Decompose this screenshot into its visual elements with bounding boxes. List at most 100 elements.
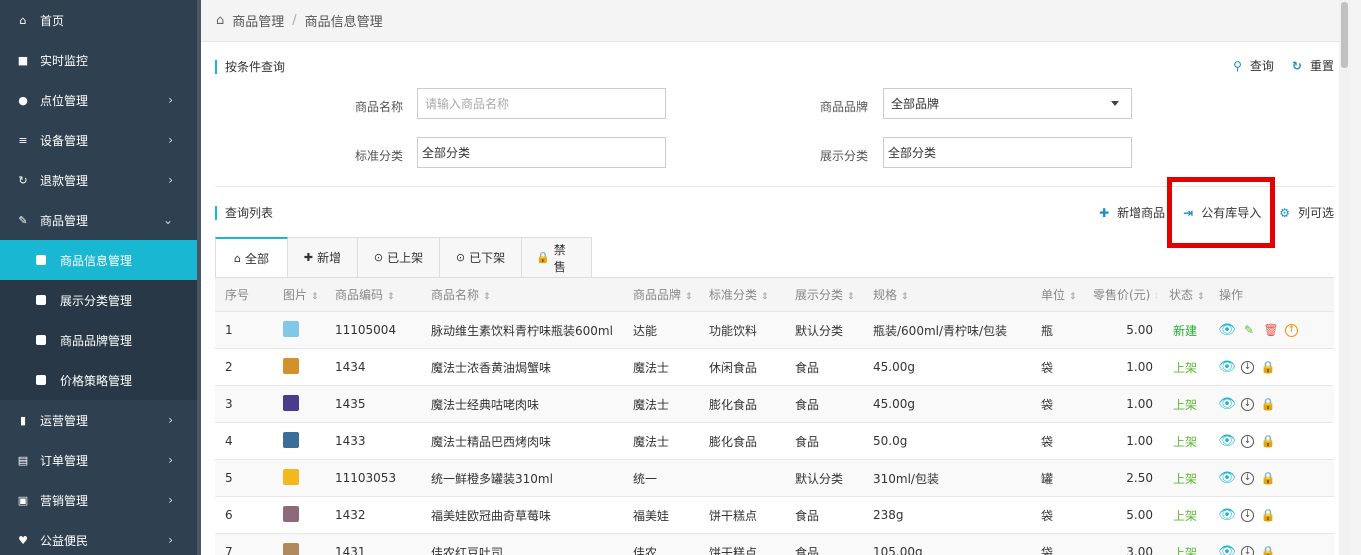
table-row[interactable]: 5 11103053 统一鲜橙多罐装310ml 统一 默认分类 310ml/包装 罐 2.50… bbox=[215, 460, 1334, 497]
tab[interactable]: ⊙ 已上架 bbox=[358, 237, 440, 278]
view-eye-icon[interactable]: 👁 bbox=[1218, 433, 1236, 449]
product-thumbnail[interactable] bbox=[283, 320, 299, 337]
tab[interactable]: 🔒 禁售 bbox=[522, 237, 592, 278]
unshelve-down-icon[interactable]: ↓ bbox=[1241, 508, 1254, 522]
col-header-unit[interactable]: 单位 ⇕ bbox=[1031, 286, 1083, 303]
lock-icon[interactable]: 🔒 bbox=[1260, 470, 1276, 486]
col-header-price[interactable]: 零售价(元)⇕ bbox=[1083, 286, 1157, 303]
sidebar-item-label: 退款管理 bbox=[40, 173, 89, 188]
table-row[interactable]: 6 1432 福美娃欧冠曲奇草莓味 福美娃 饼干糕点 食品 238g 袋 5.00 上架 👁 ↓ 🔒 bbox=[215, 497, 1334, 534]
lock-icon[interactable]: 🔒 bbox=[1260, 507, 1276, 523]
col-header-standard-category[interactable]: 标准分类 ⇕ bbox=[699, 286, 785, 303]
scrollbar-thumb[interactable] bbox=[1341, 2, 1348, 68]
delete-trash-icon[interactable]: 🗑 bbox=[1263, 322, 1279, 338]
sidebar-subitem[interactable]: 商品品牌管理 bbox=[0, 320, 197, 360]
product-thumbnail[interactable] bbox=[283, 394, 299, 411]
chevron-right-icon: › bbox=[168, 93, 173, 107]
sidebar-item[interactable]: ● 点位管理 › bbox=[0, 80, 197, 120]
lock-icon[interactable]: 🔒 bbox=[1260, 433, 1276, 449]
unshelve-down-icon[interactable]: ↓ bbox=[1241, 471, 1254, 485]
vertical-scrollbar[interactable] bbox=[1339, 0, 1350, 555]
gift-icon: ▣ bbox=[17, 493, 29, 507]
home-icon[interactable]: ⌂ bbox=[216, 13, 224, 28]
col-header-display-category[interactable]: 展示分类 ⇕ bbox=[785, 286, 863, 303]
chevron-right-icon: › bbox=[168, 533, 173, 547]
tab[interactable]: ⌂ 全部 bbox=[215, 237, 288, 278]
column-chooser-button[interactable]: ⚙ 列可选 bbox=[1279, 204, 1334, 221]
product-name-label: 商品名称 bbox=[354, 100, 403, 114]
table-row[interactable]: 7 1431 佳农红豆吐司 佳农 饼干糕点 食品 105.00g 袋 3.00 上架 👁 ↓ 🔒 bbox=[215, 534, 1334, 555]
unshelve-down-icon[interactable]: ↓ bbox=[1241, 545, 1254, 555]
row-operations: 👁 ↓ 🔒 bbox=[1207, 470, 1307, 486]
sidebar-item[interactable]: ▮ 运营管理 › bbox=[0, 400, 197, 440]
table-row[interactable]: 2 1434 魔法士浓香黄油焗蟹味 魔法士 休闲食品 食品 45.00g 袋 1.00 上架 👁 ↓ 🔒 bbox=[215, 349, 1334, 386]
tab[interactable]: ✚ 新增 bbox=[288, 237, 358, 278]
col-header-brand[interactable]: 商品品牌 ⇕ bbox=[623, 286, 699, 303]
lock-icon[interactable]: 🔒 bbox=[1260, 544, 1276, 555]
shelve-up-icon[interactable]: ↑ bbox=[1285, 323, 1298, 337]
col-header-spec[interactable]: 规格 ⇕ bbox=[863, 286, 1031, 303]
table-row[interactable]: 1 11105004 脉动维生素饮料青柠味瓶装600ml 达能 功能饮料 默认分类 瓶装/6… bbox=[215, 312, 1334, 349]
lock-icon[interactable]: 🔒 bbox=[1260, 359, 1276, 375]
tab[interactable]: ⊙ 已下架 bbox=[440, 237, 522, 278]
view-eye-icon[interactable]: 👁 bbox=[1218, 507, 1236, 523]
product-thumbnail[interactable] bbox=[283, 468, 299, 485]
tab-label: 已下架 bbox=[469, 251, 506, 265]
product-name-input[interactable]: 请输入商品名称 bbox=[417, 88, 666, 119]
chevron-right-icon: › bbox=[168, 133, 173, 147]
unshelve-down-icon[interactable]: ↓ bbox=[1241, 434, 1254, 448]
add-product-button[interactable]: ✚ 新增商品 bbox=[1099, 204, 1165, 221]
section-accent-bar bbox=[215, 205, 217, 220]
unshelve-down-icon[interactable]: ↓ bbox=[1241, 360, 1254, 374]
sidebar-item[interactable]: ✎ 商品管理 ⌄ bbox=[0, 200, 197, 240]
col-header-status[interactable]: 状态 ⇕ bbox=[1157, 286, 1207, 303]
cell-brand: 魔法士 bbox=[633, 434, 670, 449]
sidebar-item-label: 运营管理 bbox=[40, 413, 89, 428]
sidebar-item-label: 营销管理 bbox=[40, 493, 89, 508]
view-eye-icon[interactable]: 👁 bbox=[1218, 396, 1236, 412]
sidebar-item[interactable]: ▤ 订单管理 › bbox=[0, 440, 197, 480]
table-row[interactable]: 3 1435 魔法士经典咕咾肉味 魔法士 膨化食品 食品 45.00g 袋 1.00 上架 👁 ↓ 🔒 bbox=[215, 386, 1334, 423]
sidebar-item[interactable]: ↻ 退款管理 › bbox=[0, 160, 197, 200]
edit-pencil-icon[interactable]: ✎ bbox=[1241, 322, 1257, 338]
view-eye-icon[interactable]: 👁 bbox=[1218, 322, 1236, 338]
display-category-select[interactable]: 全部分类 bbox=[883, 137, 1132, 168]
view-eye-icon[interactable]: 👁 bbox=[1218, 544, 1236, 555]
status-tabs: ⌂ 全部 ✚ 新增 ⊙ 已上架 ⊙ 已下架 🔒 禁售 bbox=[215, 237, 592, 278]
cell-show: 食品 bbox=[795, 508, 820, 523]
sidebar-item[interactable]: ≡ 设备管理 › bbox=[0, 120, 197, 160]
unshelve-down-icon[interactable]: ↓ bbox=[1241, 397, 1254, 411]
sidebar-subitem[interactable]: 商品信息管理 bbox=[0, 240, 197, 280]
table-row[interactable]: 4 1433 魔法士精品巴西烤肉味 魔法士 膨化食品 食品 50.0g 袋 1.00 上架 👁 ↓ 🔒 bbox=[215, 423, 1334, 460]
product-thumbnail[interactable] bbox=[283, 357, 299, 374]
search-button[interactable]: ⚲ 查询 bbox=[1233, 57, 1274, 74]
brand-select[interactable]: 全部品牌 bbox=[883, 88, 1132, 119]
col-header-spec-label: 规格 bbox=[873, 288, 898, 302]
sidebar-subitem[interactable]: 价格策略管理 bbox=[0, 360, 197, 400]
product-thumbnail[interactable] bbox=[283, 505, 299, 522]
view-eye-icon[interactable]: 👁 bbox=[1218, 359, 1236, 375]
sidebar-subitem-label: 价格策略管理 bbox=[60, 373, 133, 388]
sort-icon: ⇕ bbox=[1069, 292, 1077, 302]
cell-price: 1.00 bbox=[1126, 434, 1153, 448]
sidebar-item[interactable]: ■ 实时监控 bbox=[0, 40, 197, 80]
breadcrumb-item-goods[interactable]: 商品管理 bbox=[232, 11, 284, 30]
plus-icon: ✚ bbox=[303, 251, 314, 264]
product-thumbnail[interactable] bbox=[283, 431, 299, 448]
product-thumbnail-cell bbox=[273, 505, 325, 525]
cell-unit: 袋 bbox=[1041, 545, 1054, 555]
sort-icon: ⇕ bbox=[387, 292, 395, 302]
col-header-code[interactable]: 商品编码 ⇕ bbox=[325, 286, 421, 303]
standard-category-select[interactable]: 全部分类 bbox=[417, 137, 666, 168]
product-thumbnail[interactable] bbox=[283, 542, 299, 555]
lock-icon[interactable]: 🔒 bbox=[1260, 396, 1276, 412]
view-eye-icon[interactable]: 👁 bbox=[1218, 470, 1236, 486]
sidebar-item[interactable]: ♥ 公益便民 › bbox=[0, 520, 197, 555]
reset-button[interactable]: ↻ 重置 bbox=[1292, 57, 1334, 74]
sidebar-subitem[interactable]: 展示分类管理 bbox=[0, 280, 197, 320]
sidebar-item[interactable]: ▣ 营销管理 › bbox=[0, 480, 197, 520]
sidebar-item[interactable]: ⌂ 首页 bbox=[0, 0, 197, 40]
col-header-image[interactable]: 图片 ⇕ bbox=[273, 286, 325, 303]
col-header-name[interactable]: 商品名称 ⇕ bbox=[421, 286, 623, 303]
cell-code: 1433 bbox=[335, 434, 366, 448]
